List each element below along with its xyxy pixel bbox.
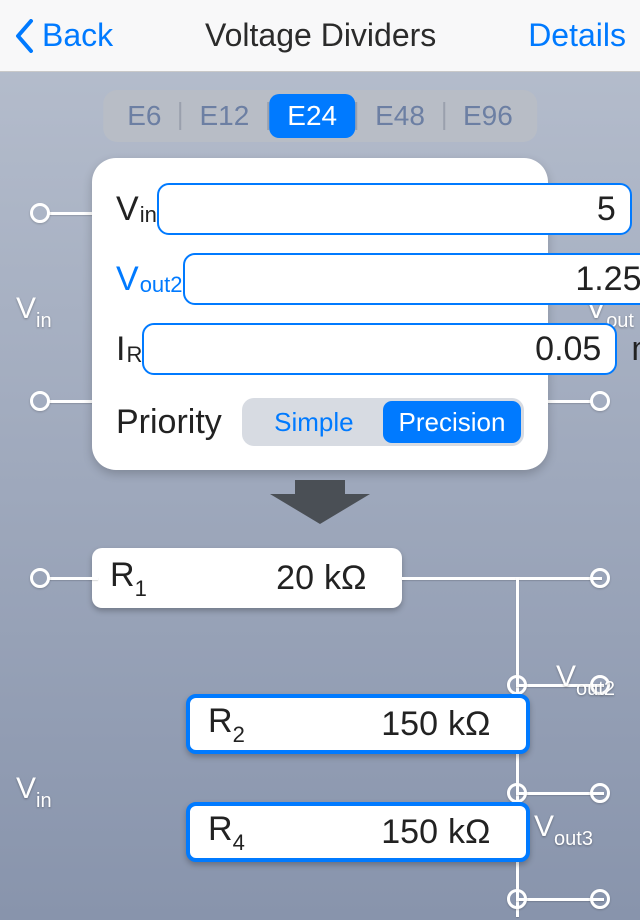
priority-label: Priority	[116, 403, 222, 442]
e-series-selector: E6 E12 E24 E48 E96	[103, 90, 537, 142]
r4-unit: kΩ	[448, 813, 508, 852]
circuit-junction	[507, 783, 527, 803]
series-e48[interactable]: E48	[357, 94, 443, 138]
circuit-node	[590, 889, 610, 909]
r1-value: 20	[190, 559, 324, 598]
r4-name: R4	[208, 810, 288, 854]
navbar: Back Voltage Dividers Details	[0, 0, 640, 72]
circuit-junction	[507, 675, 527, 695]
ir-unit: mA	[617, 330, 640, 369]
result-r2[interactable]: R2 150 kΩ	[186, 694, 530, 754]
arrow-down-icon	[270, 480, 370, 524]
r2-unit: kΩ	[448, 705, 508, 744]
r1-name: R1	[110, 556, 190, 600]
content: Vin Vout E6 E12 E24 E48 E96 Vin V Vout2 …	[0, 72, 640, 920]
vin-unit: V	[632, 190, 640, 229]
ir-row: IR mA	[116, 314, 524, 384]
wire	[402, 577, 602, 580]
circuit-node	[590, 568, 610, 588]
circuit-node	[30, 568, 50, 588]
vout-row: Vout2 V	[116, 244, 524, 314]
pin-vout3: Vout3	[534, 810, 593, 849]
chevron-left-icon	[14, 19, 34, 53]
circuit-junction	[507, 889, 527, 909]
priority-selector: Simple Precision	[242, 398, 524, 446]
ir-label: IR	[116, 330, 142, 369]
priority-precision[interactable]: Precision	[383, 401, 521, 443]
vout-label: Vout2	[116, 260, 183, 299]
series-e6[interactable]: E6	[109, 94, 179, 138]
pin-vin-bottom: Vin	[16, 772, 52, 811]
back-label: Back	[42, 17, 113, 54]
r2-value: 150	[288, 705, 448, 744]
series-e24[interactable]: E24	[269, 94, 355, 138]
result-r1[interactable]: R1 20 kΩ	[92, 548, 402, 608]
series-e96[interactable]: E96	[445, 94, 531, 138]
series-e12[interactable]: E12	[181, 94, 267, 138]
r4-value: 150	[288, 813, 448, 852]
vout-input[interactable]	[183, 253, 640, 305]
circuit-node	[590, 391, 610, 411]
priority-row: Priority Simple Precision	[116, 390, 524, 454]
details-button[interactable]: Details	[528, 17, 626, 54]
result-r4[interactable]: R4 150 kΩ	[186, 802, 530, 862]
circuit-node	[590, 783, 610, 803]
back-button[interactable]: Back	[14, 17, 113, 54]
priority-simple[interactable]: Simple	[245, 401, 383, 443]
pin-vin-top: Vin	[16, 292, 52, 331]
vin-input[interactable]	[157, 183, 632, 235]
r2-name: R2	[208, 702, 288, 746]
input-card: Vin V Vout2 V IR mA Priority Simple Prec…	[92, 158, 548, 470]
wire	[48, 577, 98, 580]
circuit-node	[30, 203, 50, 223]
page-title: Voltage Dividers	[113, 17, 528, 54]
r1-unit: kΩ	[324, 559, 384, 598]
ir-input[interactable]	[142, 323, 617, 375]
pin-vout2: Vout2	[556, 660, 615, 699]
vin-row: Vin V	[116, 174, 524, 244]
circuit-node	[30, 391, 50, 411]
vin-label: Vin	[116, 190, 157, 229]
